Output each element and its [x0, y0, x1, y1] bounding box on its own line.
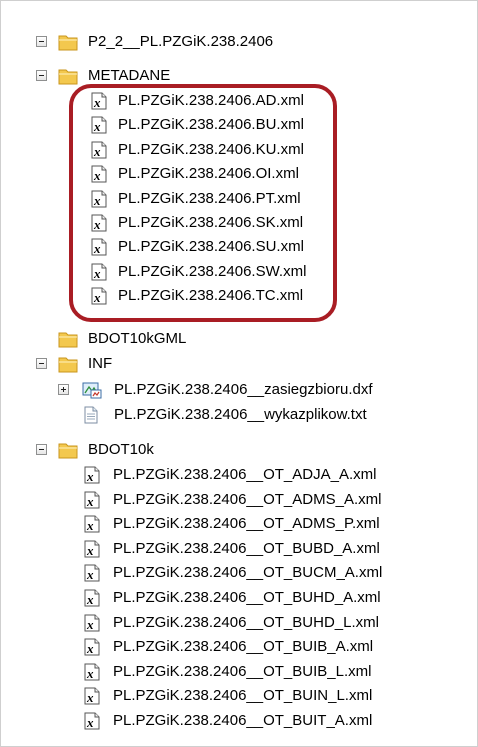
file-label: PL.PZGiK.238.2406__OT_ADMS_A.xml — [113, 490, 382, 508]
folder-label: BDOT10k — [88, 441, 154, 458]
file-label: PL.PZGiK.238.2406__OT_BUIT_A.xml — [113, 712, 373, 729]
svg-text:x: x — [86, 469, 94, 484]
file-label: PL.PZGiK.238.2406__OT_BUBD_A.xml — [113, 539, 380, 557]
folder-icon — [58, 330, 78, 348]
file-label: PL.PZGiK.238.2406__wykazplikow.txt — [114, 406, 367, 423]
file-label: PL.PZGiK.238.2406__OT_BUIN_L.xml — [113, 687, 373, 705]
svg-text:x: x — [86, 567, 94, 582]
highlight-annotation — [69, 84, 337, 322]
folder-icon — [58, 67, 78, 85]
xml-file-icon: x — [83, 466, 101, 484]
file-label: PL.PZGiK.238.2406__OT_BUIB_A.xml — [113, 638, 374, 656]
text-file-icon — [82, 406, 100, 424]
svg-text:x: x — [86, 617, 94, 632]
collapse-toggle[interactable] — [36, 358, 47, 369]
xml-file-icon: x — [83, 540, 101, 558]
folder-label: P2_2__PL.PZGiK.238.2406 — [88, 33, 274, 50]
xml-file-icon: x — [83, 663, 101, 681]
collapse-toggle[interactable] — [36, 36, 47, 47]
file-label: PL.PZGiK.238.2406__zasiegzbioru.dxf — [114, 381, 373, 398]
collapse-toggle[interactable] — [36, 444, 47, 455]
xml-file-icon: x — [83, 564, 101, 582]
svg-text:x: x — [86, 518, 94, 533]
svg-text:x: x — [86, 543, 94, 558]
file-label: PL.PZGiK.238.2406__OT_ADJA_A.xml — [113, 466, 377, 483]
svg-text:x: x — [86, 592, 94, 607]
folder-icon — [58, 441, 78, 459]
folder-icon — [58, 33, 78, 51]
xml-file-icon: x — [83, 638, 101, 656]
xml-file-icon: x — [83, 491, 101, 509]
collapse-toggle[interactable] — [36, 70, 47, 81]
svg-text:x: x — [86, 666, 94, 681]
xml-file-icon: x — [83, 712, 101, 730]
file-label: PL.PZGiK.238.2406__OT_BUIB_L.xml — [113, 662, 372, 680]
xml-file-icon: x — [83, 515, 101, 533]
xml-file-icon: x — [83, 589, 101, 607]
expand-toggle[interactable] — [58, 384, 69, 395]
svg-text:x: x — [86, 715, 94, 730]
svg-text:x: x — [86, 494, 94, 509]
svg-text:x: x — [86, 641, 94, 656]
svg-text:x: x — [86, 690, 94, 705]
folder-label: BDOT10kGML — [88, 330, 187, 347]
folder-icon — [58, 355, 78, 373]
cad-dxf-icon — [82, 381, 102, 399]
xml-file-icon: x — [83, 687, 101, 705]
file-label: PL.PZGiK.238.2406__OT_BUCM_A.xml — [113, 564, 383, 582]
file-label: PL.PZGiK.238.2406__OT_BUHD_A.xml — [113, 589, 381, 606]
xml-file-icon: x — [83, 614, 101, 632]
file-label: PL.PZGiK.238.2406__OT_BUHD_L.xml — [113, 613, 379, 631]
file-label: PL.PZGiK.238.2406__OT_ADMS_P.xml — [113, 515, 380, 533]
folder-label: INF — [88, 355, 113, 372]
